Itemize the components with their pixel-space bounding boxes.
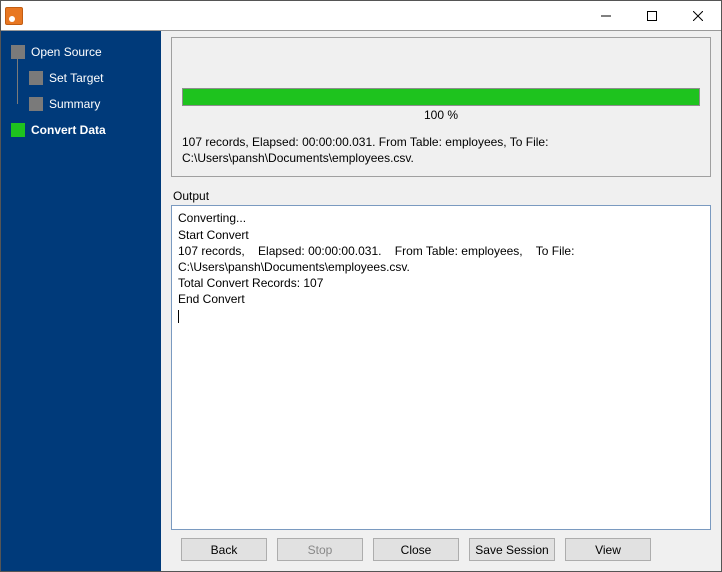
view-button[interactable]: View (565, 538, 651, 561)
step-open-source[interactable]: Open Source (1, 39, 161, 65)
step-label: Set Target (49, 71, 103, 85)
step-summary[interactable]: Summary (1, 91, 161, 117)
progress-bar (182, 88, 700, 106)
wizard-sidebar: Open Source Set Target Summary Convert D… (1, 31, 161, 571)
content-panel: 100 % 107 records, Elapsed: 00:00:00.031… (161, 31, 721, 571)
window-controls (583, 1, 721, 30)
close-button[interactable]: Close (373, 538, 459, 561)
close-window-button[interactable] (675, 1, 721, 30)
step-set-target[interactable]: Set Target (1, 65, 161, 91)
progress-panel: 100 % 107 records, Elapsed: 00:00:00.031… (171, 37, 711, 177)
save-session-button[interactable]: Save Session (469, 538, 555, 561)
step-label: Open Source (31, 45, 102, 59)
progress-percent: 100 % (182, 108, 700, 122)
step-label: Summary (49, 97, 100, 111)
maximize-button[interactable] (629, 1, 675, 30)
text-caret (178, 310, 179, 323)
app-icon (5, 7, 23, 25)
step-box-icon (11, 123, 25, 137)
minimize-button[interactable] (583, 1, 629, 30)
back-button[interactable]: Back (181, 538, 267, 561)
stop-button[interactable]: Stop (277, 538, 363, 561)
step-box-icon (29, 71, 43, 85)
output-textarea[interactable]: Converting... Start Convert 107 records,… (171, 205, 711, 530)
step-convert-data[interactable]: Convert Data (1, 117, 161, 143)
output-label: Output (173, 189, 711, 203)
summary-text: 107 records, Elapsed: 00:00:00.031. From… (182, 134, 700, 166)
button-row: Back Stop Close Save Session View (171, 530, 711, 565)
titlebar (1, 1, 721, 31)
output-content: Converting... Start Convert 107 records,… (178, 211, 578, 306)
progress-fill (183, 89, 699, 105)
step-box-icon (11, 45, 25, 59)
step-box-icon (29, 97, 43, 111)
step-label: Convert Data (31, 123, 106, 137)
